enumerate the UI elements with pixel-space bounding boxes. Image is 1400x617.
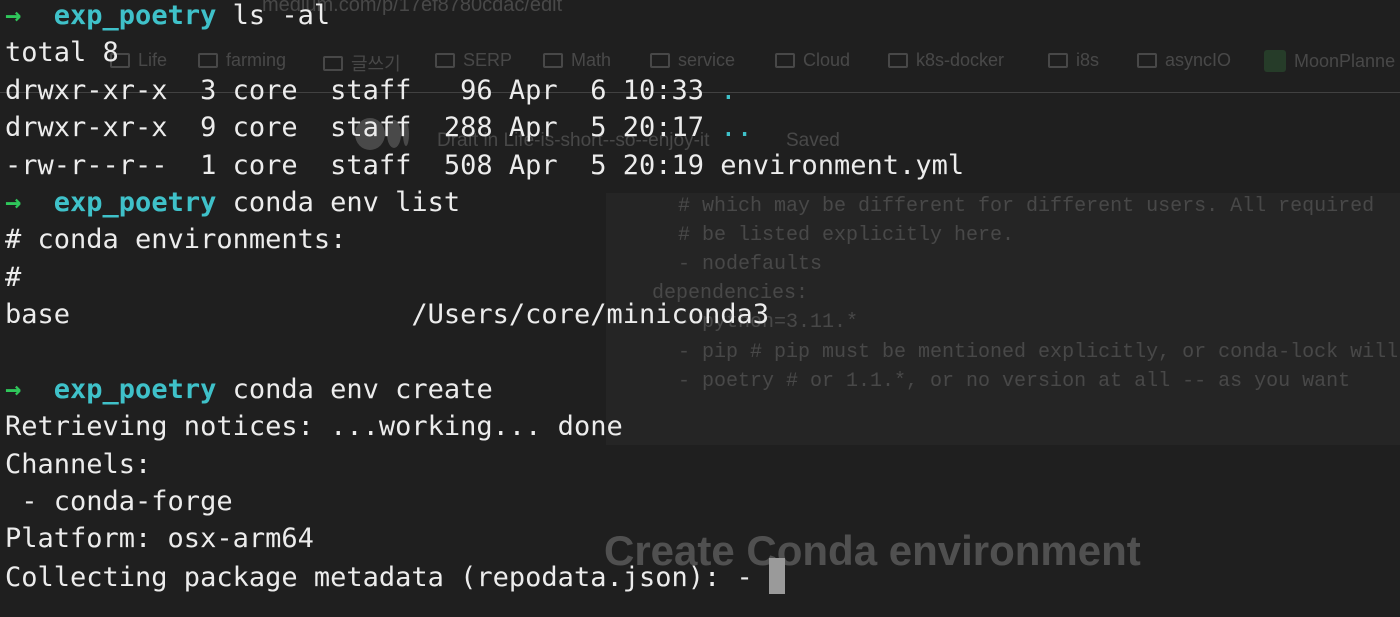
prompt-arrow-icon: →	[5, 0, 22, 31]
prompt-directory: exp_poetry	[53, 374, 217, 405]
prompt-directory: exp_poetry	[53, 0, 217, 31]
command-text: ls -al	[232, 0, 331, 31]
output-line: Platform: osx-arm64	[5, 523, 314, 554]
ls-row: drwxr-xr-x 3 core staff 96 Apr 6 10:33 .	[5, 75, 737, 106]
output-line: #	[5, 262, 22, 293]
command-text: conda env create	[232, 374, 493, 405]
prompt-arrow-icon: →	[5, 187, 22, 218]
output-line: - conda-forge	[5, 486, 233, 517]
command-text: conda env list	[232, 187, 461, 218]
output-line: Channels:	[5, 449, 152, 480]
ls-row: -rw-r--r-- 1 core staff 508 Apr 5 20:19 …	[5, 150, 965, 181]
output-line: Collecting package metadata (repodata.js…	[5, 558, 786, 595]
output-line: base /Users/core/miniconda3	[5, 299, 770, 330]
prompt-arrow-icon: →	[5, 374, 22, 405]
ls-row: drwxr-xr-x 9 core staff 288 Apr 5 20:17 …	[5, 112, 753, 143]
output-line: total 8	[5, 37, 119, 68]
output-line: Retrieving notices: ...working... done	[5, 411, 623, 442]
terminal-cursor	[769, 558, 786, 594]
ls-entry-name: .	[720, 75, 737, 106]
output-line: # conda environments:	[5, 224, 347, 255]
prompt-line: → exp_poetry ls -al	[5, 0, 330, 34]
ls-entry-name: environment.yml	[720, 150, 965, 181]
prompt-line: → exp_poetry conda env list	[5, 184, 460, 221]
prompt-line: → exp_poetry conda env create	[5, 371, 493, 408]
prompt-directory: exp_poetry	[53, 187, 217, 218]
terminal-window[interactable]: → exp_poetry ls -al total 8 drwxr-xr-x 3…	[0, 0, 1400, 617]
ls-entry-name: ..	[720, 112, 753, 143]
